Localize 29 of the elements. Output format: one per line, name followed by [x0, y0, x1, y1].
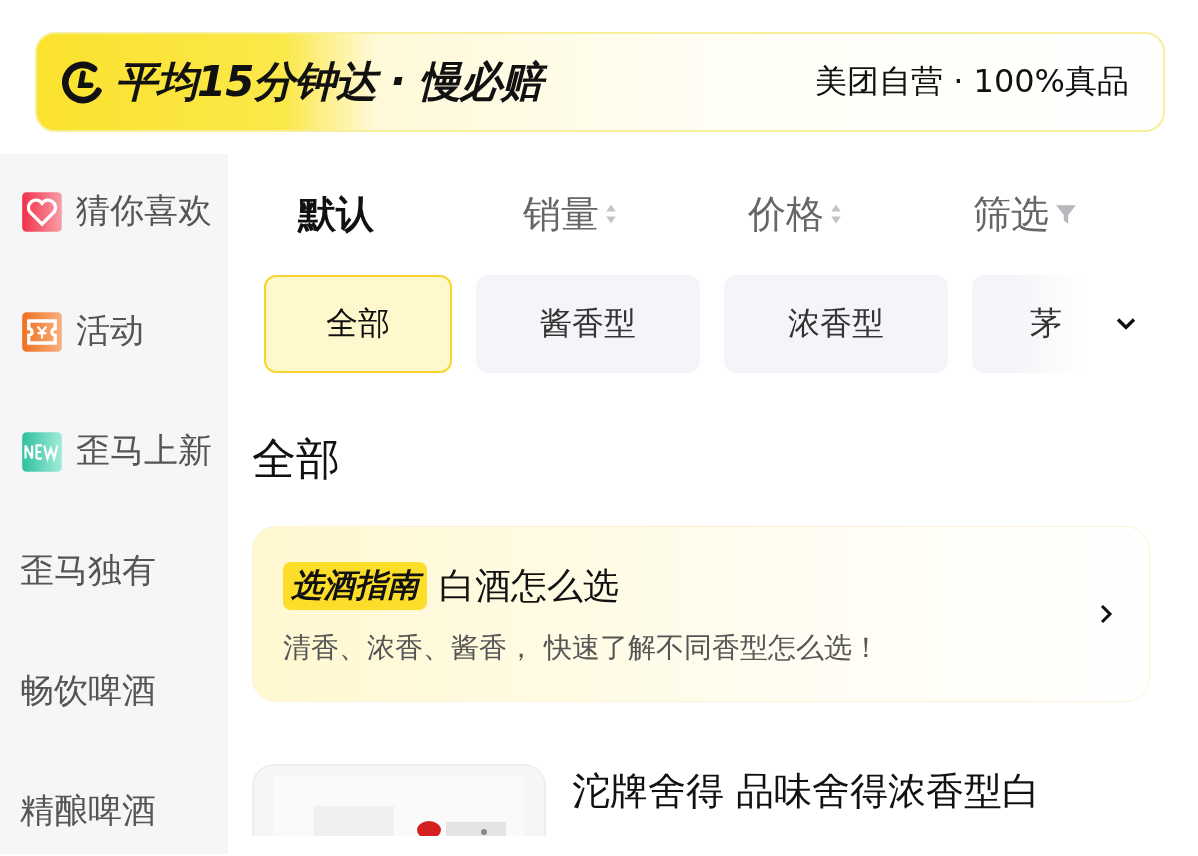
new-badge-icon [20, 430, 64, 474]
sort-arrows-icon [830, 202, 842, 226]
delivery-slogan: 平均15分钟达 · 慢必赔 [115, 52, 552, 112]
sort-tab[interactable]: 筛选 [973, 188, 1198, 240]
sort-arrows-icon [605, 202, 617, 226]
chevron-right-icon [1099, 603, 1113, 625]
category-chip[interactable]: 浓香型 [724, 275, 948, 373]
guide-card[interactable]: 选酒指南 白酒怎么选 清香、浓香、酱香， 快速了解不同香型怎么选！ [252, 526, 1150, 702]
guide-subtitle: 清香、浓香、酱香， 快速了解不同香型怎么选！ [283, 629, 880, 666]
category-item[interactable]: 精酿啤酒 [0, 788, 228, 856]
sort-tab[interactable]: 价格 [748, 188, 973, 240]
section-title: 全部 [252, 432, 341, 486]
category-item[interactable]: 猜你喜欢 [0, 188, 228, 308]
clock-icon [61, 60, 105, 104]
guide-title: 白酒怎么选 [439, 563, 619, 608]
product-title[interactable]: 沱牌舍得 品味舍得浓香型白 [572, 764, 1041, 836]
category-item[interactable]: 歪马独有 [0, 548, 228, 668]
expand-icon[interactable] [1114, 316, 1138, 332]
filter-icon [1055, 203, 1077, 225]
sort-tab[interactable]: 默认 [298, 188, 523, 240]
guide-tag: 选酒指南 [283, 562, 427, 610]
authenticity-promise: 美团自营 · 100%真品 [815, 61, 1129, 102]
category-chip[interactable]: 全部 [264, 275, 452, 373]
category-item[interactable]: 畅饮啤酒 [0, 668, 228, 788]
category-chip[interactable]: 酱香型 [476, 275, 700, 373]
sort-tab[interactable]: 销量 [523, 188, 748, 240]
ticket-icon [20, 310, 64, 354]
category-item[interactable]: 活动 [0, 308, 228, 428]
category-item[interactable]: 歪马上新 [0, 428, 228, 548]
